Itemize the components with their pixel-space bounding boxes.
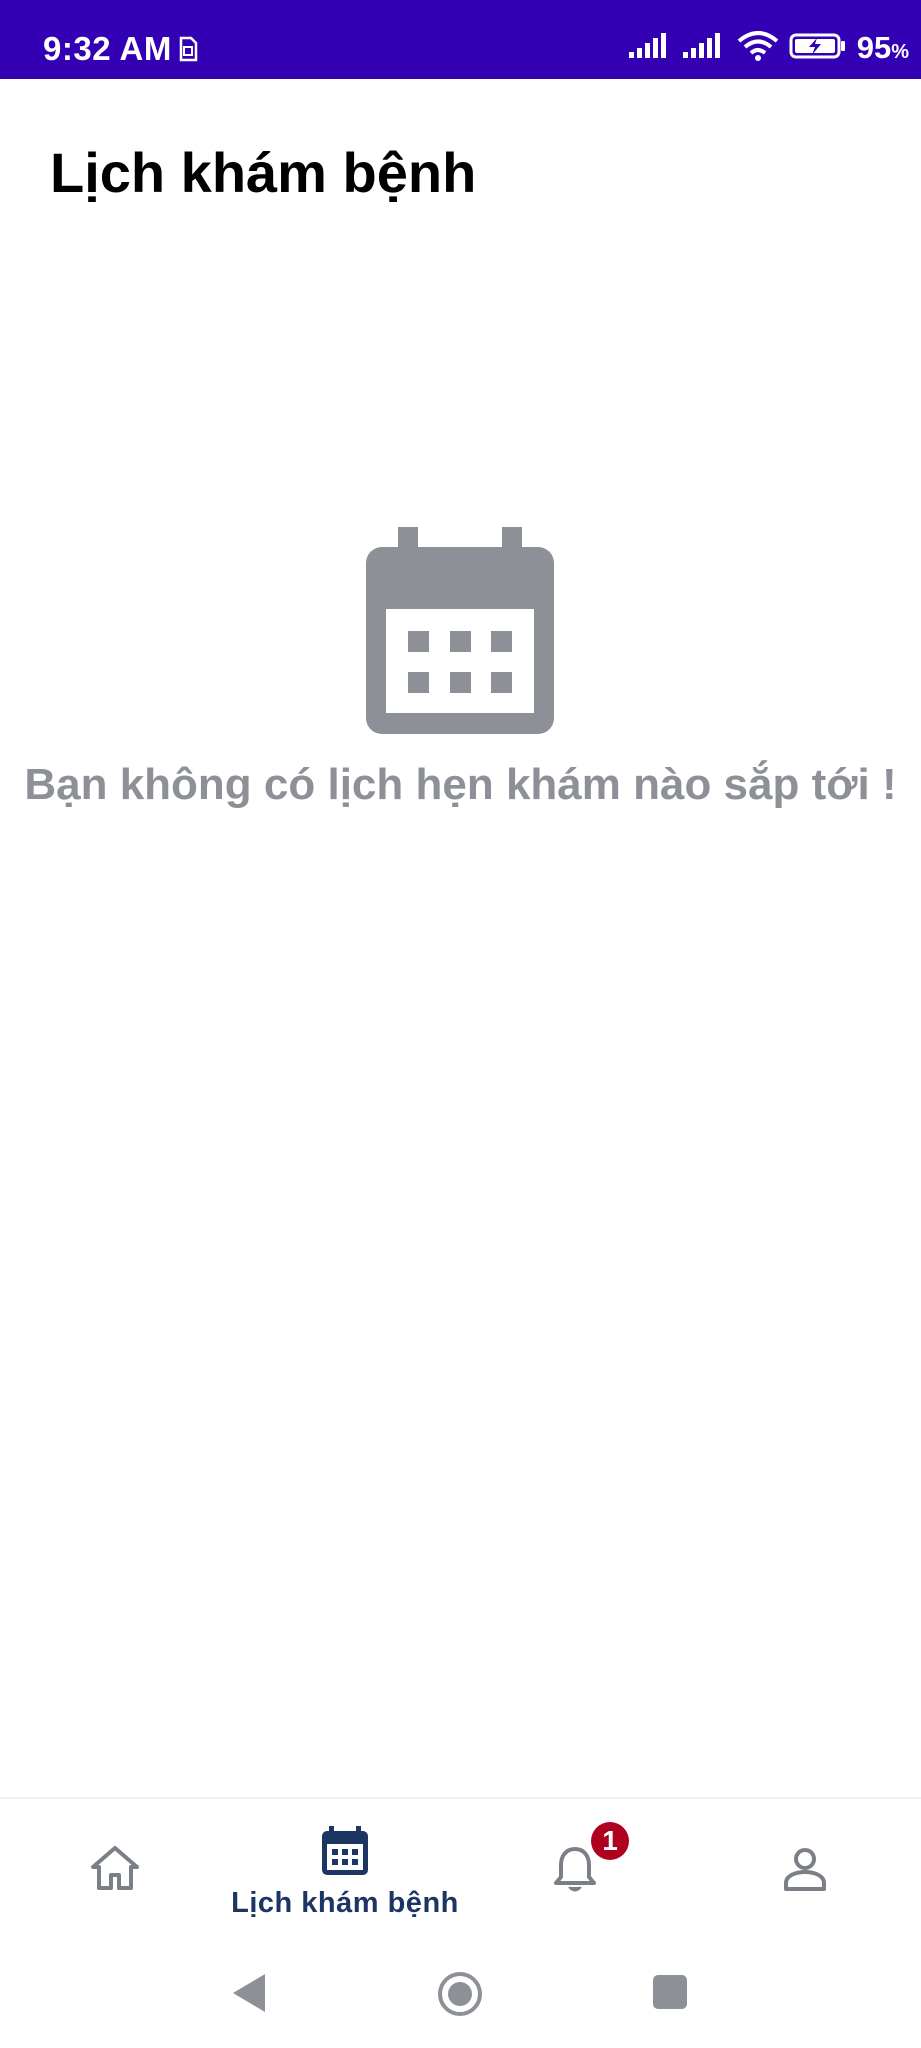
status-bar: 9:32 AM 95% (0, 0, 921, 79)
status-indicators: 95% (628, 30, 909, 66)
empty-state-message: Bạn không có lịch hẹn khám nào sắp tới ! (24, 760, 897, 809)
calendar-icon (366, 527, 554, 739)
signal-icon-2 (682, 32, 727, 65)
recents-icon[interactable] (652, 1974, 688, 2015)
system-nav-bar (0, 1947, 921, 2048)
sim-icon (178, 36, 198, 67)
nav-label-appointments: Lịch khám bệnh (231, 1887, 459, 1919)
calendar-icon (321, 1826, 369, 1881)
bell-icon (553, 1846, 597, 1899)
person-icon (783, 1847, 827, 1896)
status-time: 9:32 AM (43, 30, 172, 67)
notification-badge: 1 (591, 1822, 629, 1860)
signal-icon (628, 32, 673, 65)
battery-percent: 95% (856, 30, 909, 65)
battery-icon (789, 32, 847, 65)
back-icon[interactable] (231, 1972, 267, 2019)
nav-item-home[interactable] (0, 1799, 230, 1949)
wifi-icon (737, 30, 779, 66)
page-title: Lịch khám bệnh (50, 141, 477, 204)
home-icon (90, 1845, 140, 1896)
nav-item-appointments[interactable]: Lịch khám bệnh (230, 1799, 460, 1949)
nav-item-notifications[interactable] (460, 1799, 690, 1949)
home-circle-icon[interactable] (436, 1970, 484, 2023)
nav-item-profile[interactable] (690, 1799, 920, 1949)
bottom-nav: Lịch khám bệnh (0, 1797, 921, 1949)
